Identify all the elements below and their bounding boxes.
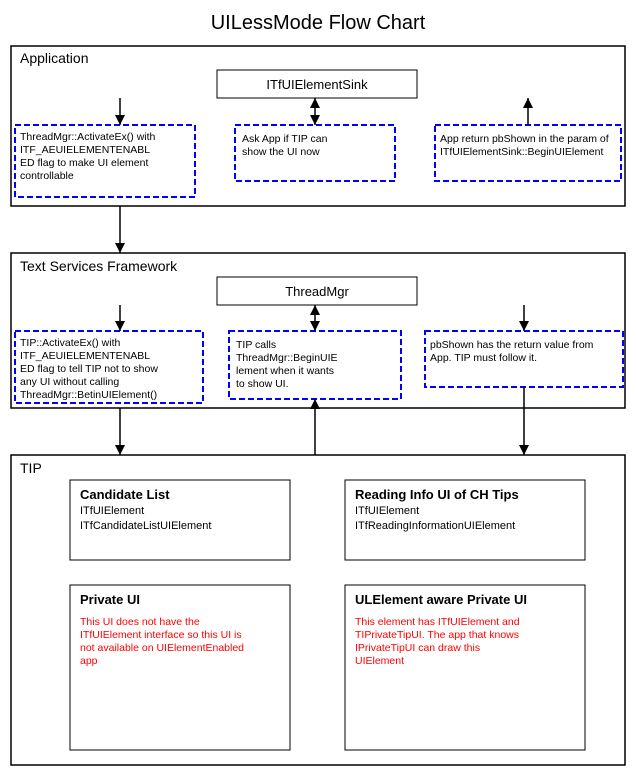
svg-text:ITfUIElement: ITfUIElement <box>80 505 144 517</box>
svg-text:app: app <box>80 655 98 667</box>
svg-text:to show UI.: to show UI. <box>236 378 289 390</box>
svg-text:Application: Application <box>20 50 89 66</box>
svg-text:UIElement: UIElement <box>355 655 404 667</box>
svg-text:Reading Info UI of CH Tips: Reading Info UI of CH Tips <box>355 487 519 502</box>
svg-text:IPrivateTipUI can draw this: IPrivateTipUI can draw this <box>355 642 480 654</box>
svg-text:show the UI now: show the UI now <box>242 146 320 158</box>
svg-text:ITfReadingInformationUIElement: ITfReadingInformationUIElement <box>355 520 515 532</box>
svg-text:Text Services Framework: Text Services Framework <box>20 258 178 274</box>
page-title: UILessMode Flow Chart <box>0 0 636 45</box>
svg-text:This UI does not have the: This UI does not have the <box>80 616 200 628</box>
svg-text:ED flag to tell TIP not to sho: ED flag to tell TIP not to show <box>20 363 158 375</box>
svg-text:ThreadMgr: ThreadMgr <box>285 284 349 299</box>
svg-text:App. TIP must follow it.: App. TIP must follow it. <box>430 352 537 364</box>
svg-text:ThreadMgr::BeginUIE: ThreadMgr::BeginUIE <box>236 352 338 364</box>
svg-text:ED flag to make UI element: ED flag to make UI element <box>20 157 148 169</box>
svg-text:Candidate List: Candidate List <box>80 487 170 502</box>
svg-text:pbShown has the return value f: pbShown has the return value from <box>430 339 594 351</box>
svg-text:ITF_AEUIELEMENTENABL: ITF_AEUIELEMENTENABL <box>20 350 150 362</box>
svg-text:ULElement aware Private UI: ULElement aware Private UI <box>355 592 527 607</box>
svg-text:not available on UIElementEnab: not available on UIElementEnabled <box>80 642 244 654</box>
svg-text:any UI without calling: any UI without calling <box>20 376 119 388</box>
svg-text:App return pbShown in the para: App return pbShown in the param of <box>440 133 609 145</box>
svg-text:controllable: controllable <box>20 170 74 182</box>
svg-text:Private UI: Private UI <box>80 592 140 607</box>
svg-text:Ask App if TIP can: Ask App if TIP can <box>242 133 328 145</box>
svg-text:TIP::ActivateEx() with: TIP::ActivateEx() with <box>20 337 121 349</box>
svg-text:This element has ITfUIElement: This element has ITfUIElement and <box>355 616 520 628</box>
svg-text:TIPrivateTipUI. The app that k: TIPrivateTipUI. The app that knows <box>355 629 519 641</box>
svg-text:ITfUIElement: ITfUIElement <box>355 505 419 517</box>
svg-text:ThreadMgr::ActivateEx() with: ThreadMgr::ActivateEx() with <box>20 131 156 143</box>
svg-text:lement when it wants: lement when it wants <box>236 365 334 377</box>
svg-text:ITfUIElementSink: ITfUIElementSink <box>266 77 368 92</box>
svg-text:ITF_AEUIELEMENTENABL: ITF_AEUIELEMENTENABL <box>20 144 150 156</box>
svg-text:ITfUIElement interface so this: ITfUIElement interface so this UI is <box>80 629 242 641</box>
svg-text:TIP: TIP <box>20 460 42 476</box>
svg-text:ThreadMgr::BetinUIElement(): ThreadMgr::BetinUIElement() <box>20 389 157 401</box>
flow-chart-svg: Application ITfUIElementSink ThreadMgr::… <box>10 45 626 775</box>
svg-text:ITfUIElementSink::BeginUIEleme: ITfUIElementSink::BeginUIElement <box>440 146 603 158</box>
svg-text:ITfCandidateListUIElement: ITfCandidateListUIElement <box>80 520 211 532</box>
svg-text:TIP calls: TIP calls <box>236 339 276 351</box>
